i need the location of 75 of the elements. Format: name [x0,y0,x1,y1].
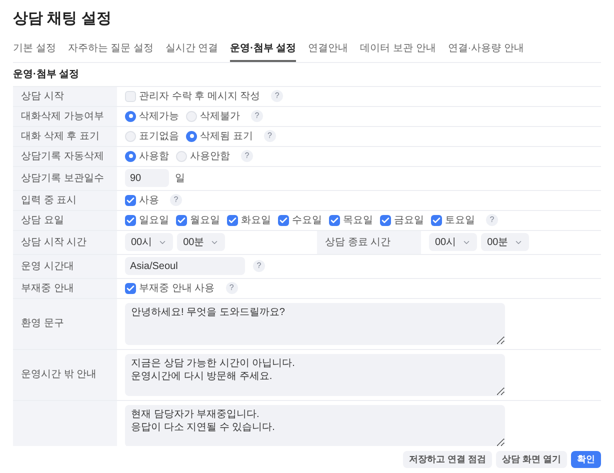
checkbox[interactable] [125,214,136,226]
page-title: 상담 채팅 설정 [13,9,112,29]
option-label: 관리자 수락 후 메시지 작성 [139,90,260,104]
dropdown[interactable]: 00분 [177,233,226,251]
radio-button[interactable] [186,110,197,122]
radio-button[interactable] [176,150,187,162]
footer-button[interactable]: 상담 화면 열기 [496,451,567,468]
label-cell: 상담기록 자동삭제 [13,146,117,166]
help-icon[interactable]: ? [170,194,182,206]
help-icon[interactable]: ? [226,282,238,294]
option-label: 부재중 안내 사용 [139,282,215,296]
radio-button[interactable] [125,130,136,142]
checkbox[interactable] [227,214,238,226]
label-cell: 부재중 안내 [13,278,117,298]
tab[interactable]: 데이터 보관 안내 [360,36,436,62]
option-label: 사용 [139,194,159,208]
checkbox[interactable] [176,214,187,226]
option-label: 목요일 [343,214,373,228]
checkbox[interactable] [125,90,136,102]
option-label: 삭제불가 [200,110,240,124]
tab[interactable]: 자주하는 질문 설정 [68,36,154,62]
text-field[interactable]: Asia/Seoul [125,257,245,275]
help-icon[interactable]: ? [251,110,263,122]
option-label: 토요일 [445,214,475,228]
option-label: 표기없음 [139,130,179,144]
checkbox[interactable] [380,214,391,226]
label-cell: 환영 문구 [13,298,117,348]
tab[interactable]: 연결·사용량 안내 [448,36,524,62]
help-icon[interactable]: ? [486,214,498,226]
text-area[interactable]: 안녕하세요! 무엇을 도와드릴까요? [125,302,505,344]
checkbox[interactable] [329,214,340,226]
radio-button[interactable] [125,110,136,122]
label-cell: 상담 요일 [13,210,117,230]
tab[interactable]: 실시간 연결 [165,36,218,62]
unit-label: 일 [175,172,185,186]
tab[interactable]: 연결안내 [308,36,348,62]
help-icon[interactable]: ? [271,90,284,102]
checkbox[interactable] [431,214,442,226]
label-cell: 상담기록 보관일수 [13,166,117,190]
label-cell: 상담 시작 시간 [13,230,117,254]
label-cell: 대화 삭제 후 표기 [13,126,117,146]
label-cell: 대화삭제 가능여부 [13,106,117,126]
help-icon[interactable]: ? [264,130,276,142]
tab[interactable]: 운영·첨부 설정 [230,36,296,62]
checkbox[interactable] [125,194,136,206]
option-label: 금요일 [394,214,424,228]
radio-button[interactable] [125,150,136,162]
option-label: 월요일 [190,214,220,228]
option-label: 화요일 [241,214,271,228]
label-cell: 운영시간 밖 안내 [13,350,117,400]
option-label: 삭제됨 표기 [200,130,253,144]
footer-button[interactable]: 확인 [571,451,601,468]
label-cell: 상담 종료 시간 [317,230,421,254]
help-icon[interactable]: ? [241,150,253,162]
label-cell: 입력 중 표시 [13,190,117,210]
option-label: 삭제가능 [139,110,179,124]
footer-button[interactable]: 저장하고 연결 점검 [402,451,492,468]
radio-button[interactable] [186,130,197,142]
text-area[interactable]: 현재 담당자가 부재중입니다. 응답이 다소 지연될 수 있습니다. [125,404,505,446]
dropdown[interactable]: 00시 [125,233,174,251]
dropdown[interactable]: 00분 [481,233,530,251]
help-icon[interactable]: ? [253,260,265,272]
checkbox[interactable] [278,214,289,226]
label-cell: 상담 시작 [13,86,117,106]
dropdown[interactable]: 00시 [429,233,478,251]
label-cell: 운영 시간대 [13,254,117,278]
option-label: 수요일 [292,214,322,228]
option-label: 사용안함 [190,150,230,164]
number-field[interactable]: 90 [125,169,169,187]
checkbox[interactable] [125,282,136,294]
text-area[interactable]: 지금은 상담 가능한 시간이 아닙니다. 운영시간에 다시 방문해 주세요. [125,354,505,396]
tab[interactable]: 기본 설정 [13,36,56,62]
section-title: 운영·첨부 설정 [13,68,80,82]
option-label: 일요일 [139,214,169,228]
option-label: 사용함 [139,150,169,164]
